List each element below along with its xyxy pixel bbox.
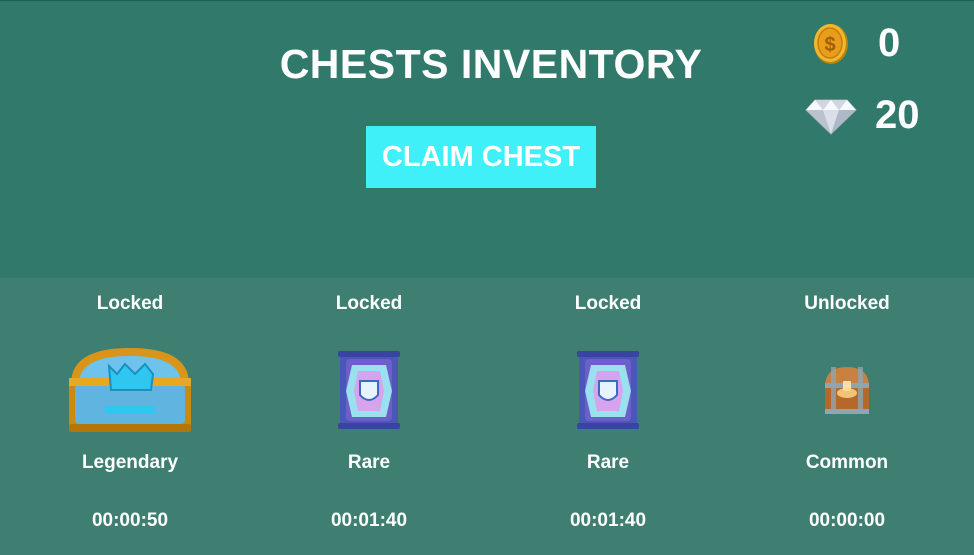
chest-rarity: Common xyxy=(805,452,889,473)
chest-slot-3[interactable]: Locked Rare 00:01:40 xyxy=(488,278,728,555)
coin-icon: $ xyxy=(814,23,848,64)
gem-value: 20 xyxy=(875,93,920,137)
chest-rarity: Rare xyxy=(586,452,630,473)
header-panel: CHESTS INVENTORY CLAIM CHEST $ 0 20 xyxy=(0,0,974,278)
gem-counter: 20 xyxy=(805,93,920,138)
chest-slots-panel: Locked Legendary 00:00:50 Locked Rare 00… xyxy=(0,278,974,555)
chest-status: Locked xyxy=(335,293,403,314)
rare-chest-icon xyxy=(577,351,639,429)
chest-rarity: Rare xyxy=(347,452,391,473)
diamond-icon xyxy=(805,99,857,135)
common-chest-icon xyxy=(825,367,869,414)
coin-counter: $ 0 xyxy=(812,21,900,66)
coin-value: 0 xyxy=(878,21,901,65)
chest-status: Locked xyxy=(574,293,642,314)
chest-timer: 00:01:40 xyxy=(330,510,408,531)
rare-chest-icon xyxy=(338,351,400,429)
chest-timer: 00:01:40 xyxy=(569,510,647,531)
chest-rarity: Legendary xyxy=(81,452,179,473)
chest-timer: 00:00:50 xyxy=(91,510,169,531)
legendary-chest-icon xyxy=(69,348,191,432)
svg-text:$: $ xyxy=(824,34,835,56)
chest-slot-4[interactable]: Unlocked Common 00:00:00 xyxy=(727,278,967,555)
claim-chest-button[interactable]: CLAIM CHEST xyxy=(366,126,596,188)
chest-slot-1[interactable]: Locked Legendary 00:00:50 xyxy=(10,278,250,555)
chest-slot-2[interactable]: Locked Rare 00:01:40 xyxy=(249,278,489,555)
chest-timer: 00:00:00 xyxy=(808,510,886,531)
chest-status: Locked xyxy=(96,293,164,314)
chest-status: Unlocked xyxy=(804,293,890,314)
